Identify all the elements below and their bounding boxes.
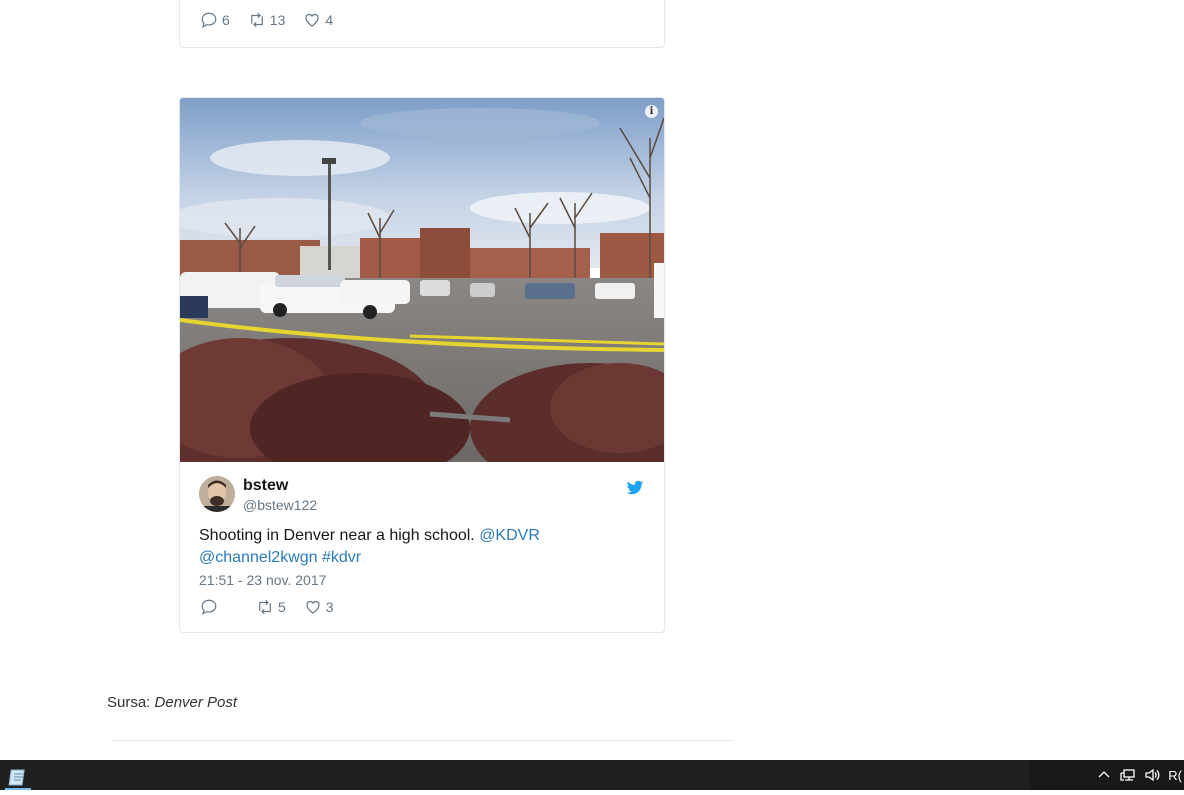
retweet-icon xyxy=(259,599,271,615)
tweet-text-plain: Shooting in Denver near a high school. xyxy=(199,527,480,544)
volume-icon[interactable] xyxy=(1144,767,1160,783)
reply-button[interactable] xyxy=(200,598,222,616)
system-tray: R( xyxy=(1030,760,1184,790)
start-app-icon[interactable] xyxy=(5,764,31,790)
tweet-card-top: 6 13 4 xyxy=(179,0,665,48)
source-name: Denver Post xyxy=(154,694,238,711)
like-icon xyxy=(305,13,319,27)
tweet-actions: 5 3 xyxy=(200,598,334,616)
source-credit: Sursa: Denver Post xyxy=(107,694,237,711)
notepad-icon xyxy=(8,769,25,786)
tweet-actions: 6 13 4 xyxy=(200,11,333,29)
like-button[interactable]: 4 xyxy=(303,11,333,29)
tweet-text: Shooting in Denver near a high school. @… xyxy=(199,525,639,569)
like-count: 4 xyxy=(325,12,334,28)
mention-link-kdvr[interactable]: @KDVR xyxy=(479,527,540,544)
user-handle[interactable]: @bstew122 xyxy=(243,496,317,514)
retweet-count: 5 xyxy=(278,599,286,615)
info-icon[interactable]: i xyxy=(645,105,658,118)
tweet-timestamp[interactable]: 21:51 - 23 nov. 2017 xyxy=(199,572,326,588)
network-icon[interactable] xyxy=(1120,767,1136,783)
reply-count: 6 xyxy=(222,12,230,28)
retweet-button[interactable]: 13 xyxy=(248,11,286,29)
taskbar: R( xyxy=(0,760,1184,790)
language-indicator[interactable]: R( xyxy=(1168,768,1182,783)
retweet-button[interactable]: 5 xyxy=(256,598,286,616)
tweet-photo[interactable]: i xyxy=(180,98,664,462)
parking-lot-photo xyxy=(180,98,664,462)
twitter-bird-icon[interactable] xyxy=(626,479,644,497)
retweet-count: 13 xyxy=(269,12,286,28)
avatar-image xyxy=(199,476,235,512)
retweet-icon xyxy=(250,12,263,28)
display-name[interactable]: bstew xyxy=(243,476,317,496)
chevron-up-icon[interactable] xyxy=(1096,767,1112,783)
like-count: 3 xyxy=(325,599,334,615)
like-button[interactable]: 3 xyxy=(304,598,334,616)
tweet-author[interactable]: bstew @bstew122 xyxy=(199,476,317,514)
source-label: Sursa: xyxy=(107,694,155,711)
like-icon xyxy=(306,600,320,614)
reply-icon xyxy=(201,12,217,28)
reply-icon xyxy=(201,599,217,615)
reply-button[interactable]: 6 xyxy=(200,11,230,29)
hashtag-link-kdvr[interactable]: #kdvr xyxy=(322,549,361,566)
avatar[interactable] xyxy=(199,476,235,512)
tweet-card: i bstew @bstew122 Shooting in Denver nea… xyxy=(179,97,665,633)
divider xyxy=(113,740,732,741)
mention-link-channel2kwgn[interactable]: @channel2kwgn xyxy=(199,549,318,566)
